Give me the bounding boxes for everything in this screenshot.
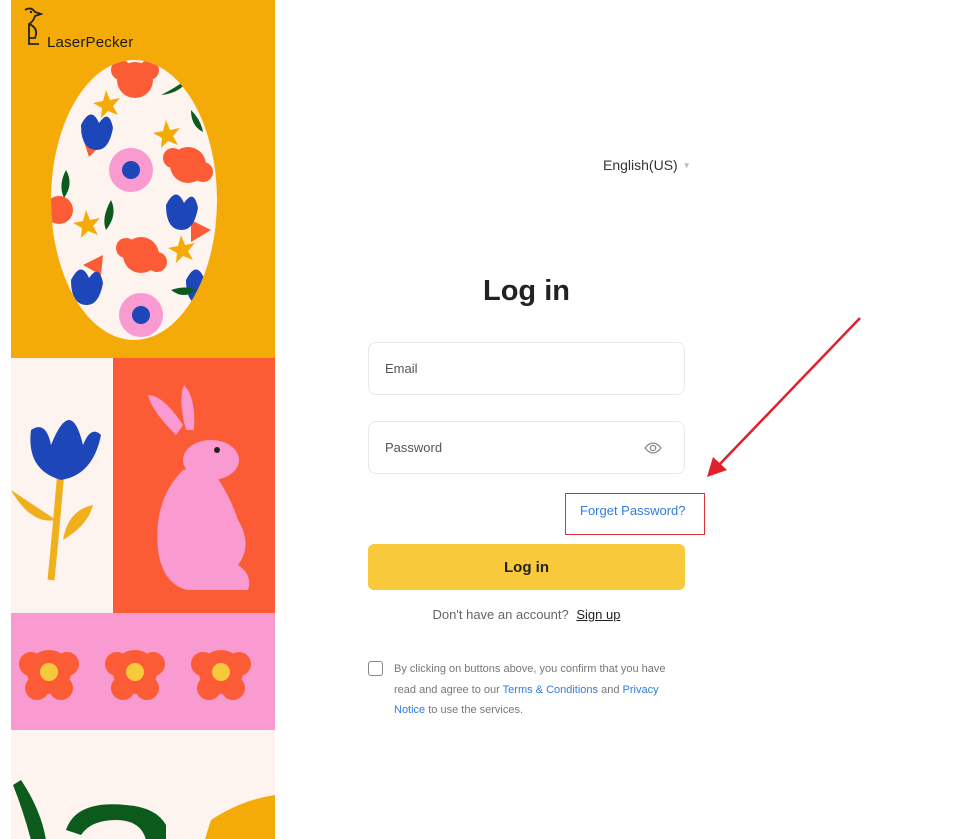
forgot-password-link[interactable]: Forget Password? [580, 503, 686, 518]
consent-text: By clicking on buttons above, you confir… [394, 659, 678, 721]
caret-down-icon: ▼ [682, 161, 691, 170]
easter-illustration [11, 0, 275, 839]
terms-link[interactable]: Terms & Conditions [503, 684, 598, 696]
eye-icon[interactable] [644, 440, 662, 456]
login-button[interactable]: Log in [368, 544, 685, 590]
signup-prompt: Don't have an account? [432, 607, 569, 622]
signup-link[interactable]: Sign up [576, 607, 620, 622]
consent-and: and [601, 683, 620, 696]
consent-checkbox[interactable] [368, 661, 383, 676]
email-field[interactable] [369, 343, 684, 394]
password-field[interactable] [369, 422, 684, 473]
email-field-wrapper [368, 342, 685, 395]
brand-logo: LaserPecker [21, 6, 133, 52]
language-label: English(US) [603, 157, 678, 173]
illustration-panel: LaserPecker [11, 0, 275, 839]
language-selector[interactable]: English(US) ▼ [603, 157, 691, 173]
consent-block: By clicking on buttons above, you confir… [368, 659, 678, 721]
password-field-wrapper [368, 421, 685, 474]
brand-name: LaserPecker [47, 34, 134, 51]
woodpecker-logo-icon [24, 7, 43, 45]
page-title: Log in [483, 275, 570, 307]
signup-row: Don't have an account? Sign up [368, 607, 685, 622]
consent-text-after: to use the services. [428, 704, 524, 716]
